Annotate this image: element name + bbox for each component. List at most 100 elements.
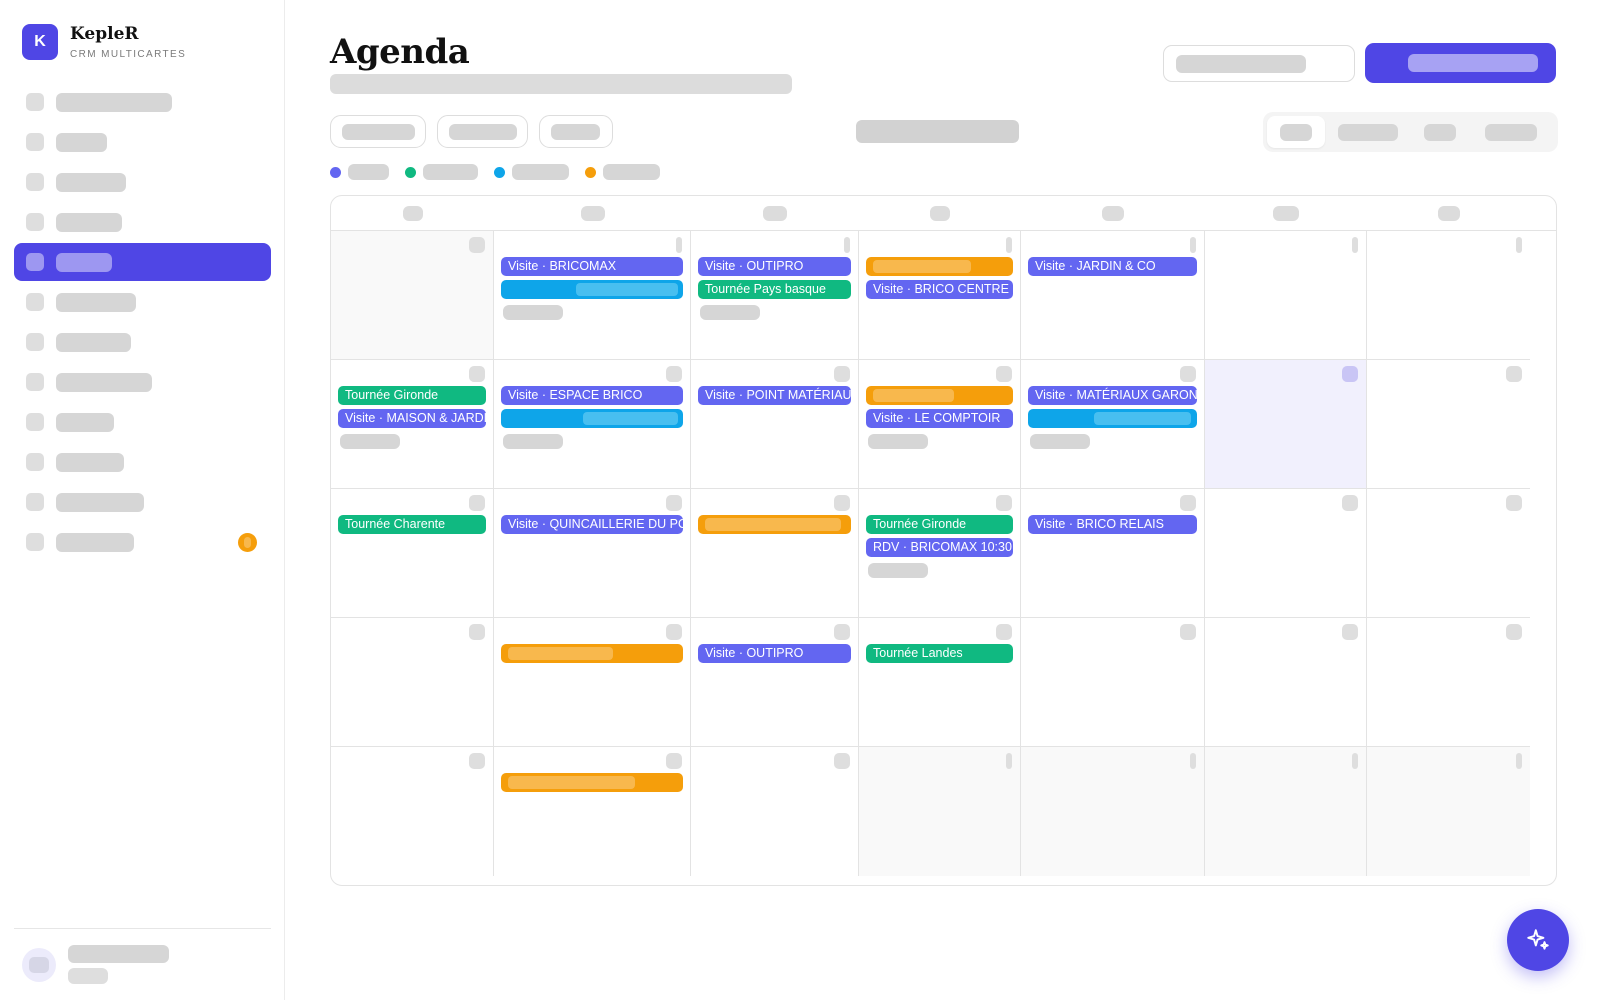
calendar-day[interactable] bbox=[1367, 747, 1530, 876]
tour-event[interactable]: Tournée Pays basque bbox=[698, 280, 851, 299]
weekday-label-placeholder bbox=[1102, 206, 1124, 221]
calendar-day[interactable]: Tournée Gironde Visite · MAISON & JARDIN bbox=[331, 360, 494, 489]
more-events-link-placeholder[interactable] bbox=[503, 434, 563, 449]
new-event-button[interactable] bbox=[1365, 43, 1556, 83]
call-event[interactable] bbox=[501, 409, 683, 428]
calendar-day[interactable] bbox=[1367, 360, 1530, 489]
calendar-day[interactable] bbox=[494, 618, 691, 747]
visit-event[interactable]: RDV · BRICOMAX 10:30 bbox=[866, 538, 1013, 557]
view-option-active[interactable] bbox=[1267, 116, 1325, 148]
calendar-day[interactable] bbox=[494, 747, 691, 876]
call-event[interactable] bbox=[501, 280, 683, 299]
visit-event[interactable]: Visite · QUINCAILLERIE DU PORT bbox=[501, 515, 683, 534]
visit-event[interactable]: Visite · JARDIN & CO bbox=[1028, 257, 1197, 276]
visit-event[interactable]: Visite · LE COMPTOIR bbox=[866, 409, 1013, 428]
calendar-day-today[interactable] bbox=[1205, 360, 1367, 489]
sidebar-item[interactable] bbox=[14, 483, 271, 521]
filter-button[interactable] bbox=[330, 115, 426, 148]
more-events-link-placeholder[interactable] bbox=[503, 305, 563, 320]
visit-event[interactable]: Visite · BRICOMAX bbox=[501, 257, 683, 276]
more-events-link-placeholder[interactable] bbox=[868, 434, 928, 449]
visit-event[interactable]: Visite · POINT MATÉRIAUX bbox=[698, 386, 851, 405]
view-label-placeholder bbox=[1485, 124, 1537, 141]
tour-event[interactable]: Tournée Charente bbox=[338, 515, 486, 534]
calendar-day[interactable]: Visite · BRICO CENTRE bbox=[859, 231, 1021, 360]
filter-button[interactable] bbox=[539, 115, 613, 148]
calendar-day[interactable] bbox=[859, 747, 1021, 876]
more-events-link-placeholder[interactable] bbox=[700, 305, 760, 320]
view-option[interactable] bbox=[1416, 116, 1464, 148]
weekday-label bbox=[1367, 196, 1530, 231]
calendar-day[interactable] bbox=[1367, 231, 1530, 360]
user-profile[interactable] bbox=[14, 928, 271, 984]
sidebar-item[interactable] bbox=[14, 323, 271, 361]
more-events-link-placeholder[interactable] bbox=[340, 434, 400, 449]
calendar-day[interactable]: Visite · ESPACE BRICO bbox=[494, 360, 691, 489]
filter-button[interactable] bbox=[437, 115, 528, 148]
nav-label-placeholder bbox=[56, 292, 136, 312]
event-label-placeholder bbox=[873, 389, 954, 402]
calendar-day[interactable] bbox=[1205, 618, 1367, 747]
task-event[interactable] bbox=[866, 386, 1013, 405]
calendar-day[interactable]: Visite · POINT MATÉRIAUX bbox=[691, 360, 859, 489]
calendar-day[interactable]: Visite · OUTIPRO Tournée Pays basque bbox=[691, 231, 859, 360]
task-event[interactable] bbox=[501, 644, 683, 663]
calendar-day[interactable]: Visite · JARDIN & CO bbox=[1021, 231, 1205, 360]
nav-icon bbox=[26, 173, 44, 191]
visit-event[interactable]: Visite · OUTIPRO bbox=[698, 257, 851, 276]
visit-event[interactable]: Visite · BRICO CENTRE bbox=[866, 280, 1013, 299]
tour-event[interactable]: Tournée Gironde bbox=[338, 386, 486, 405]
calendar-day[interactable]: Visite · BRICOMAX bbox=[494, 231, 691, 360]
calendar-day[interactable]: Visite · BRICO RELAIS bbox=[1021, 489, 1205, 618]
sidebar-item[interactable] bbox=[14, 203, 271, 241]
calendar-day[interactable]: Visite · MATÉRIAUX GARONNE bbox=[1021, 360, 1205, 489]
sidebar-item[interactable] bbox=[14, 523, 271, 561]
task-event[interactable] bbox=[866, 257, 1013, 276]
calendar-day[interactable] bbox=[1021, 747, 1205, 876]
sidebar-item[interactable] bbox=[14, 403, 271, 441]
calendar-day[interactable] bbox=[331, 747, 494, 876]
view-option[interactable] bbox=[1479, 116, 1543, 148]
calendar-day[interactable] bbox=[1205, 489, 1367, 618]
calendar-day[interactable] bbox=[691, 489, 859, 618]
tour-event[interactable]: Tournée Landes bbox=[866, 644, 1013, 663]
visit-event[interactable]: Visite · BRICO RELAIS bbox=[1028, 515, 1197, 534]
sidebar-item[interactable] bbox=[14, 83, 271, 121]
task-event[interactable] bbox=[501, 773, 683, 792]
calendar-day[interactable] bbox=[691, 747, 859, 876]
calendar-day[interactable]: Tournée Landes bbox=[859, 618, 1021, 747]
calendar-day[interactable]: Visite · LE COMPTOIR bbox=[859, 360, 1021, 489]
calendar-day[interactable] bbox=[1205, 747, 1367, 876]
calendar-day[interactable] bbox=[1021, 618, 1205, 747]
sidebar-item[interactable] bbox=[14, 363, 271, 401]
nav-label-placeholder bbox=[56, 532, 134, 552]
more-events-link-placeholder[interactable] bbox=[1030, 434, 1090, 449]
call-event[interactable] bbox=[1028, 409, 1197, 428]
calendar-day[interactable] bbox=[1367, 618, 1530, 747]
more-events-link-placeholder[interactable] bbox=[868, 563, 928, 578]
calendar-day[interactable]: Tournée Charente bbox=[331, 489, 494, 618]
tour-event[interactable]: Tournée Gironde bbox=[866, 515, 1013, 534]
task-event[interactable] bbox=[698, 515, 851, 534]
brand[interactable]: K KepleR CRM MULTICARTES bbox=[22, 24, 186, 60]
calendar-day[interactable]: Tournée Gironde RDV · BRICOMAX 10:30 bbox=[859, 489, 1021, 618]
ai-assistant-button[interactable] bbox=[1507, 909, 1569, 971]
calendar-day[interactable]: Visite · QUINCAILLERIE DU PORT bbox=[494, 489, 691, 618]
sidebar-item[interactable] bbox=[14, 283, 271, 321]
calendar-day[interactable] bbox=[1367, 489, 1530, 618]
visit-event[interactable]: Visite · MAISON & JARDIN bbox=[338, 409, 486, 428]
visit-event[interactable]: Visite · MATÉRIAUX GARONNE bbox=[1028, 386, 1197, 405]
nav-icon bbox=[26, 413, 44, 431]
calendar-day[interactable] bbox=[331, 618, 494, 747]
sidebar-item[interactable] bbox=[14, 163, 271, 201]
sidebar-item-active[interactable] bbox=[14, 243, 271, 281]
calendar-day[interactable] bbox=[1205, 231, 1367, 360]
sidebar-item[interactable] bbox=[14, 123, 271, 161]
calendar-day[interactable]: Visite · OUTIPRO bbox=[691, 618, 859, 747]
search-input[interactable] bbox=[1163, 45, 1355, 82]
sidebar-item[interactable] bbox=[14, 443, 271, 481]
visit-event[interactable]: Visite · OUTIPRO bbox=[698, 644, 851, 663]
calendar-day[interactable] bbox=[331, 231, 494, 360]
visit-event[interactable]: Visite · ESPACE BRICO bbox=[501, 386, 683, 405]
view-option[interactable] bbox=[1331, 116, 1403, 148]
